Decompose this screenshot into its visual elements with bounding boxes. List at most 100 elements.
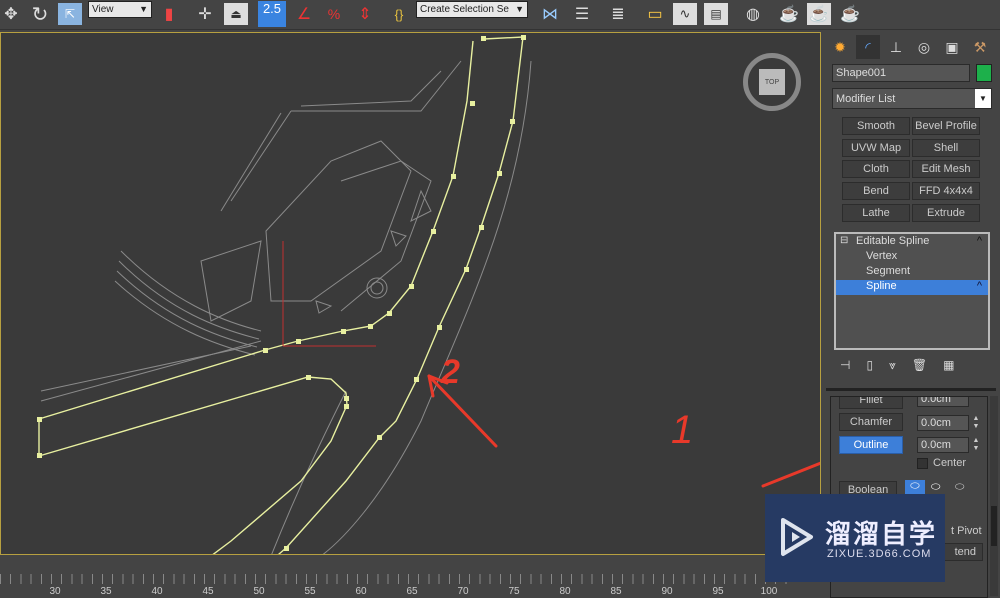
configure-modifier-sets-icon[interactable]: ▦ bbox=[943, 358, 954, 373]
time-ruler[interactable]: 30 35 40 45 50 55 60 65 70 75 80 85 90 9… bbox=[0, 570, 790, 598]
stack-toolbar: ⊣ ▯ ⩔ 🗑 ▦ bbox=[840, 358, 954, 373]
center-checkbox[interactable] bbox=[917, 458, 928, 469]
hierarchy-icon[interactable]: ⊥ bbox=[884, 35, 908, 59]
boolean-subtract-icon[interactable]: ⬭ bbox=[931, 481, 940, 494]
tick-label: 55 bbox=[304, 586, 316, 597]
ruler-ticks bbox=[0, 574, 790, 584]
align-icon[interactable]: ☰ bbox=[570, 3, 594, 25]
annotation-1: 1 bbox=[671, 408, 694, 452]
move-icon[interactable]: ✥ bbox=[0, 3, 22, 25]
watermark-title: 溜溜自学 bbox=[825, 519, 938, 549]
modifier-button-bend[interactable]: Bend bbox=[842, 182, 910, 200]
spinner-snap-icon[interactable]: ⇕ bbox=[352, 3, 378, 25]
object-name-input[interactable]: Shape001 bbox=[832, 64, 970, 82]
tick-label: 75 bbox=[508, 586, 520, 597]
outline-input[interactable]: 0.0cm bbox=[917, 437, 969, 453]
spline-vertices bbox=[37, 35, 526, 551]
modify-icon[interactable]: ◜ bbox=[856, 35, 880, 59]
object-color-swatch[interactable] bbox=[976, 64, 992, 82]
watermark-url: ZIXUE.3D66.COM bbox=[827, 548, 932, 560]
modifier-button-lathe[interactable]: Lathe bbox=[842, 204, 910, 222]
keyboard-shortcut-icon[interactable]: ⏏ bbox=[224, 3, 248, 25]
render-icon[interactable]: ☕ bbox=[838, 3, 862, 25]
collapse-icon[interactable]: ⊟ bbox=[840, 235, 848, 246]
mirror-pivot-icon[interactable]: ▮ bbox=[157, 3, 181, 25]
annotation-arrows bbox=[427, 374, 820, 488]
make-unique-icon[interactable]: ⩔ bbox=[889, 358, 896, 373]
schematic-view-icon[interactable]: ▤ bbox=[704, 3, 728, 25]
tick-label: 70 bbox=[457, 586, 469, 597]
curve-editor-icon[interactable]: ∿ bbox=[673, 3, 697, 25]
selection-set-input[interactable]: Create Selection Se ▼ bbox=[416, 1, 528, 18]
modifier-button-ffd[interactable]: FFD 4x4x4 bbox=[912, 182, 980, 200]
rendered-frame-icon[interactable]: ☕ bbox=[807, 3, 831, 25]
percent-snap-icon[interactable]: % bbox=[320, 3, 348, 25]
tick-label: 30 bbox=[49, 586, 61, 597]
create-icon[interactable]: ✹ bbox=[828, 35, 852, 59]
modifier-button-shell[interactable]: Shell bbox=[912, 139, 980, 157]
modifier-button-bevel-profile[interactable]: Bevel Profile bbox=[912, 117, 980, 135]
tick-label: 45 bbox=[202, 586, 214, 597]
pivot-label: t Pivot bbox=[951, 525, 982, 537]
motion-icon[interactable]: ◎ bbox=[912, 35, 936, 59]
layer-manager-icon[interactable]: ≣ bbox=[606, 3, 630, 25]
modifier-list-dropdown[interactable]: Modifier List ▼ bbox=[832, 88, 992, 109]
chevron-down-icon: ▼ bbox=[139, 4, 148, 14]
top-viewport[interactable]: 2 1 TOP bbox=[0, 32, 821, 555]
chamfer-spinner[interactable]: ▲ ▼ bbox=[971, 415, 981, 431]
select-manipulate-icon[interactable]: ✛ bbox=[194, 3, 216, 25]
scale-icon[interactable]: ⇱ bbox=[58, 3, 82, 25]
modifier-button-uvw-map[interactable]: UVW Map bbox=[842, 139, 910, 157]
tick-label: 95 bbox=[712, 586, 724, 597]
chamfer-input[interactable]: 0.0cm bbox=[917, 415, 969, 431]
viewcube[interactable]: TOP bbox=[743, 53, 801, 111]
scrollbar-thumb[interactable] bbox=[991, 506, 997, 546]
background-linework bbox=[40, 60, 532, 554]
annotation-2: 2 bbox=[441, 353, 460, 391]
chevron-down-icon: ▼ bbox=[975, 89, 991, 108]
tick-label: 35 bbox=[100, 586, 112, 597]
tick-label: 40 bbox=[151, 586, 163, 597]
snap-toggle-icon[interactable]: 2.5 bbox=[258, 1, 286, 27]
stack-item-editable-spline[interactable]: ⊟ Editable Spline ^ bbox=[836, 235, 988, 250]
viewcube-face-top[interactable]: TOP bbox=[759, 69, 785, 95]
scene-explorer-icon[interactable]: ▭ bbox=[642, 3, 668, 25]
render-setup-icon[interactable]: ☕ bbox=[776, 3, 802, 25]
divider bbox=[826, 388, 996, 391]
fillet-button[interactable]: Fillet bbox=[839, 397, 903, 409]
modifier-button-edit-mesh[interactable]: Edit Mesh bbox=[912, 160, 980, 178]
mirror-icon[interactable]: ⋈ bbox=[538, 3, 562, 25]
boolean-intersect-icon[interactable]: ⬭ bbox=[955, 481, 964, 494]
outline-button[interactable]: Outline bbox=[839, 436, 903, 454]
chamfer-button[interactable]: Chamfer bbox=[839, 413, 903, 431]
display-icon[interactable]: ▣ bbox=[940, 35, 964, 59]
modifier-button-cloth[interactable]: Cloth bbox=[842, 160, 910, 178]
selected-spline bbox=[38, 36, 524, 554]
angle-snap-icon[interactable]: ∠ bbox=[290, 3, 318, 25]
watermark-logo: 溜溜自学 ZIXUE.3D66.COM bbox=[765, 494, 945, 582]
material-editor-icon[interactable]: ◍ bbox=[740, 3, 766, 25]
edit-named-selection-icon[interactable]: {} bbox=[386, 3, 412, 25]
play-logo-icon bbox=[781, 518, 813, 556]
panel-scrollbar[interactable] bbox=[990, 396, 998, 596]
show-end-result-icon[interactable]: ▯ bbox=[866, 358, 873, 373]
remove-modifier-icon[interactable]: 🗑 bbox=[912, 358, 927, 373]
fillet-input[interactable]: 0.0cm bbox=[917, 397, 969, 407]
viewport-drawing bbox=[37, 35, 820, 554]
stack-item-vertex[interactable]: Vertex bbox=[836, 250, 988, 265]
modifier-button-smooth[interactable]: Smooth bbox=[842, 117, 910, 135]
rotate-icon[interactable]: ↻ bbox=[28, 3, 52, 26]
pin-stack-icon[interactable]: ⊣ bbox=[840, 358, 850, 373]
stack-item-spline[interactable]: Spline ^ bbox=[836, 280, 988, 295]
modifier-button-extrude[interactable]: Extrude bbox=[912, 204, 980, 222]
stack-item-segment[interactable]: Segment bbox=[836, 265, 988, 280]
tick-label: 50 bbox=[253, 586, 265, 597]
reference-coord-dropdown[interactable]: View ▼ bbox=[88, 1, 152, 18]
chevron-up-icon: ^ bbox=[976, 280, 982, 292]
tick-label: 60 bbox=[355, 586, 367, 597]
tick-label: 65 bbox=[406, 586, 418, 597]
center-label: Center bbox=[933, 457, 967, 469]
outline-spinner[interactable]: ▲ ▼ bbox=[971, 437, 981, 453]
main-toolbar: ✥ ↻ ⇱ View ▼ ▮ ✛ ⏏ 2.5 ∠ % ⇕ {} Create Se… bbox=[0, 0, 1000, 30]
utilities-icon[interactable]: ⚒ bbox=[968, 35, 992, 59]
